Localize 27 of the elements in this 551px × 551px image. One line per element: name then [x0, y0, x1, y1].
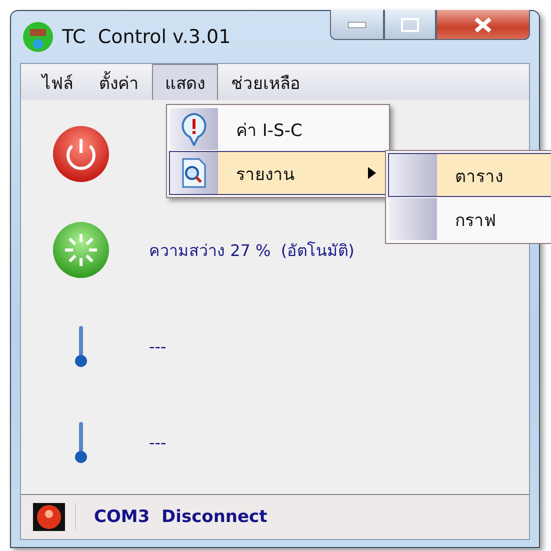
submenu-arrow-icon — [368, 167, 376, 179]
menu-option[interactable]: ตาราง — [388, 153, 551, 197]
report-search-icon — [181, 157, 207, 189]
menu-item[interactable]: แสดง — [152, 64, 218, 100]
reading-text: --- — [149, 432, 166, 452]
minimize-icon — [348, 22, 366, 28]
reading-text: ความสว่าง 27 % (อัตโนมัติ) — [149, 240, 354, 262]
power-icon[interactable] — [51, 124, 111, 184]
window-title: TC Control v.3.01 — [62, 26, 232, 48]
reading-text: --- — [149, 336, 166, 356]
close-icon — [473, 16, 493, 32]
menu-item[interactable]: ตั้งค่า — [86, 64, 152, 100]
menu-option[interactable]: กราฟ — [388, 197, 551, 241]
thermometer-icon — [73, 420, 89, 464]
menu-item[interactable]: ช่วยเหลือ — [218, 64, 313, 100]
light-icon — [51, 220, 111, 280]
menu-item[interactable]: ไฟล์ — [29, 64, 86, 100]
close-button[interactable] — [436, 10, 530, 40]
menu-option[interactable]: รายงาน — [169, 151, 387, 195]
info-bubble-icon — [180, 112, 208, 146]
thermometer-icon — [73, 324, 89, 368]
minimize-button[interactable] — [330, 10, 384, 40]
maximize-button[interactable] — [384, 10, 436, 40]
app-logo-icon — [22, 21, 54, 53]
status-text: COM3 Disconnect — [94, 507, 268, 527]
menu-option[interactable]: ค่า I-S-C — [169, 107, 387, 151]
maximize-icon — [401, 18, 419, 32]
